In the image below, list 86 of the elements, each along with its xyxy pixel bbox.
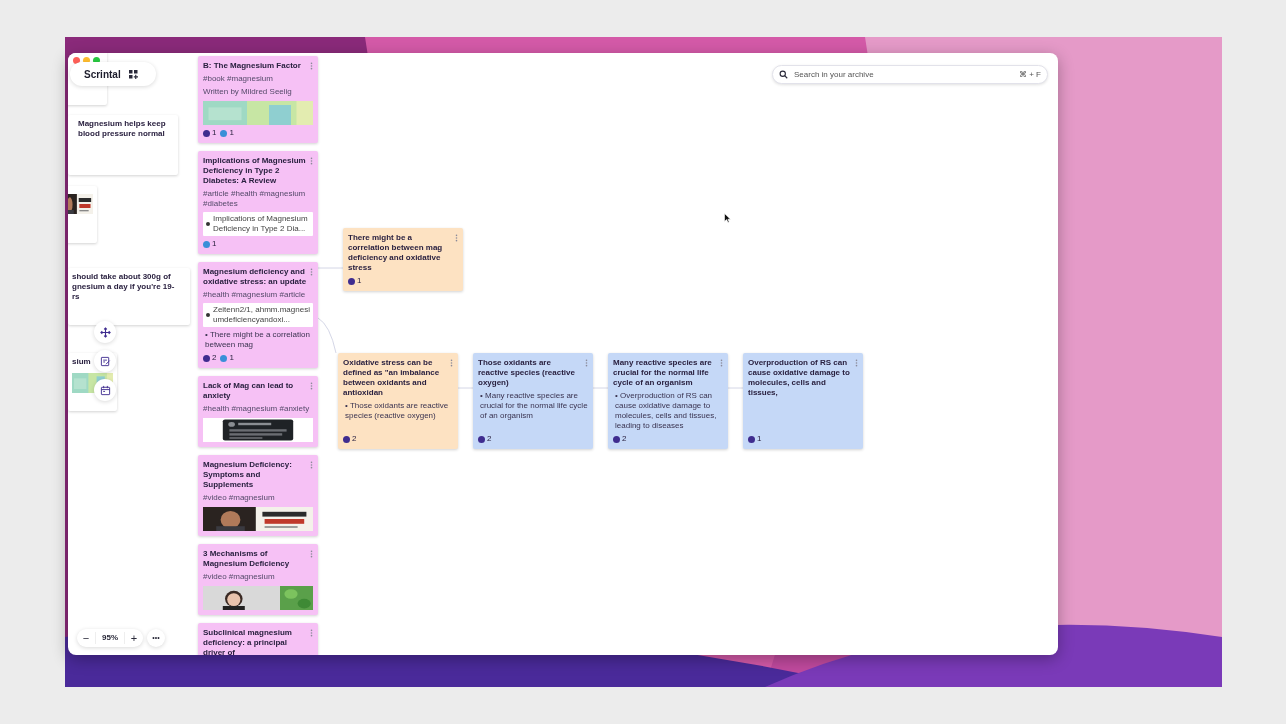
move-button[interactable] (94, 321, 116, 343)
counter-value: 2 (622, 434, 627, 444)
zoom-in-button[interactable]: + (125, 632, 143, 644)
card-title: Lack of Mag can lead to anxiety (203, 381, 295, 401)
card-tags: #video #magnesium (203, 572, 313, 582)
zoom-level: 95% (95, 632, 125, 644)
close-button[interactable] (73, 57, 80, 64)
more-icon[interactable] (310, 62, 313, 70)
card-title: Implications of Magnesium Deficiency in Type 2 Diabetes: A Review (203, 156, 307, 186)
card-title: Magnesium helps keep blood pressure normal (77, 119, 167, 139)
counter-value: 2 (212, 353, 217, 363)
counter-value: 1 (229, 353, 234, 363)
note-card[interactable]: Oxidative stress can be defined as "an imbalance between oxidants and antioxidan • Those oxidants are reactive species (reactive oxygen) 2 (338, 353, 458, 449)
card-title: Those oxidants are reactive species (reactive oxygen) (478, 358, 576, 388)
card-title: should take about 300g of gnesium a day if you're 19- rs (72, 272, 175, 302)
connector-line (317, 317, 337, 354)
card-title: B: The Magnesium Factor (203, 61, 302, 71)
more-icon[interactable] (310, 382, 313, 390)
card-byline: Written by Mildred Seelig (203, 87, 293, 97)
add-board-icon[interactable] (128, 69, 138, 79)
card-title: Many reactive species are crucial for the normal life cycle of an organism (613, 358, 713, 388)
link-title: Zeitenn2/1, ahmm.magnesiumdeficiencyandoxi... (213, 305, 310, 325)
note-card[interactable]: 3 Mechanisms of Magnesium Deficiency #video #magnesium (198, 544, 318, 615)
link-preview[interactable]: Implications of Magnesium Deficiency in Type 2 Dia... (203, 212, 313, 236)
search-bar[interactable]: Search in your archive ⌘ + F (772, 65, 1048, 84)
note-card[interactable]: Subclinical magnesium deficiency: a principal driver of (198, 623, 318, 655)
move-icon (99, 326, 111, 338)
card-tags: #article #health #magnesium #diabetes (203, 189, 313, 209)
more-icon[interactable] (310, 157, 313, 165)
note-card[interactable]: Magnesium deficiency and oxidative stress: an update #health #magnesium #article Zeitenn2/1, ahmm.magnesiumdeficiencyandoxi... • There might be a correlation between mag 2 1 (198, 262, 318, 368)
more-icon[interactable] (455, 234, 458, 242)
edit-icon (99, 355, 111, 367)
counter-value: 1 (212, 128, 217, 138)
note-card[interactable]: Overproduction of RS can cause oxidative damage to molecules, cells and tissues, 1 (743, 353, 863, 449)
note-card[interactable]: B: The Magnesium Factor #book #magnesium Written by Mildred Seelig 1 1 (198, 56, 318, 143)
edit-button[interactable] (94, 350, 116, 372)
counter-value: 2 (352, 434, 357, 444)
note-card[interactable]: Many reactive species are crucial for the normal life cycle of an organism • Overproduction of RS can cause oxidative damage to molecules, cells and tissues, leading to diseases 2 (608, 353, 728, 449)
more-icon[interactable] (310, 550, 313, 558)
card-title: Magnesium deficiency and oxidative stress: an update (203, 267, 307, 287)
note-card[interactable]: Implications of Magnesium Deficiency in Type 2 Diabetes: A Review #article #health #magnesium #diabetes Implications of Magnesium Deficiency in Type 2 Dia... 1 (198, 151, 318, 254)
calendar-icon (99, 384, 111, 396)
more-icon[interactable] (310, 461, 313, 469)
counter-value: 1 (757, 434, 762, 444)
counter-value: 2 (487, 434, 492, 444)
more-icon[interactable] (720, 359, 723, 367)
card-title: Oxidative stress can be defined as "an imbalance between oxidants and antioxidan (343, 358, 441, 398)
card-title: Overproduction of RS can cause oxidative damage to molecules, cells and tissues, (748, 358, 851, 398)
more-icon[interactable] (310, 629, 313, 637)
card-quote: • Those oxidants are reactive species (reactive oxygen) (344, 401, 450, 421)
card-title: 3 Mechanisms of Magnesium Deficiency (203, 549, 291, 569)
zoom-out-button[interactable]: − (77, 632, 95, 644)
card-quote: • Overproduction of RS can cause oxidative damage to molecules, cells and tissues, leading to diseases (614, 391, 718, 431)
note-card[interactable]: Magnesium Deficiency: Symptoms and Supplements #video #magnesium (198, 455, 318, 536)
note-card[interactable]: should take about 300g of gnesium a day if you're 19- rs (68, 268, 190, 325)
card-title: sium (72, 357, 91, 367)
counter-value: 1 (212, 239, 217, 249)
card-title: There might be a correlation between mag deficiency and oxidative stress (348, 233, 444, 273)
counter-value: 1 (229, 128, 234, 138)
card-tags: #health #magnesium #article (203, 290, 313, 300)
note-card[interactable]: Lack of Mag can lead to anxiety #health #magnesium #anxiety (198, 376, 318, 447)
app-logo[interactable]: Scrintal (84, 66, 121, 82)
note-card[interactable]: Those oxidants are reactive species (reactive oxygen) • Many reactive species are crucial for the normal life cycle of an organism 2 (473, 353, 593, 449)
more-icon[interactable] (310, 268, 313, 276)
note-card[interactable]: There might be a correlation between mag deficiency and oxidative stress 1 (343, 228, 463, 291)
card-tags: #book #magnesium (203, 74, 313, 84)
note-card[interactable] (68, 186, 97, 243)
search-field[interactable]: Search in your archive (794, 68, 1013, 81)
link-icon (206, 313, 210, 317)
more-icon[interactable] (450, 359, 453, 367)
card-quote: • Many reactive species are crucial for the normal life cycle of an organism (479, 391, 588, 421)
note-card[interactable]: Magnesium helps keep blood pressure normal (68, 115, 178, 175)
card-tags: #video #magnesium (203, 493, 313, 503)
link-preview[interactable]: Zeitenn2/1, ahmm.magnesiumdeficiencyandoxi... (203, 303, 313, 327)
shortcut-hint: ⌘ + F (1019, 68, 1041, 81)
card-tags: #health #magnesium #anxiety (203, 404, 313, 414)
link-icon (206, 222, 210, 226)
card-title: Subclinical magnesium deficiency: a principal driver of (203, 628, 293, 655)
search-icon (779, 70, 788, 79)
counter-value: 1 (357, 276, 362, 286)
card-title: Magnesium Deficiency: Symptoms and Supplements (203, 460, 293, 490)
more-icon[interactable] (855, 359, 858, 367)
card-quote: • There might be a correlation between mag (204, 330, 311, 350)
more-icon[interactable] (585, 359, 588, 367)
cursor-icon (724, 213, 731, 223)
link-title: Implications of Magnesium Deficiency in Type 2 Dia... (213, 214, 309, 234)
